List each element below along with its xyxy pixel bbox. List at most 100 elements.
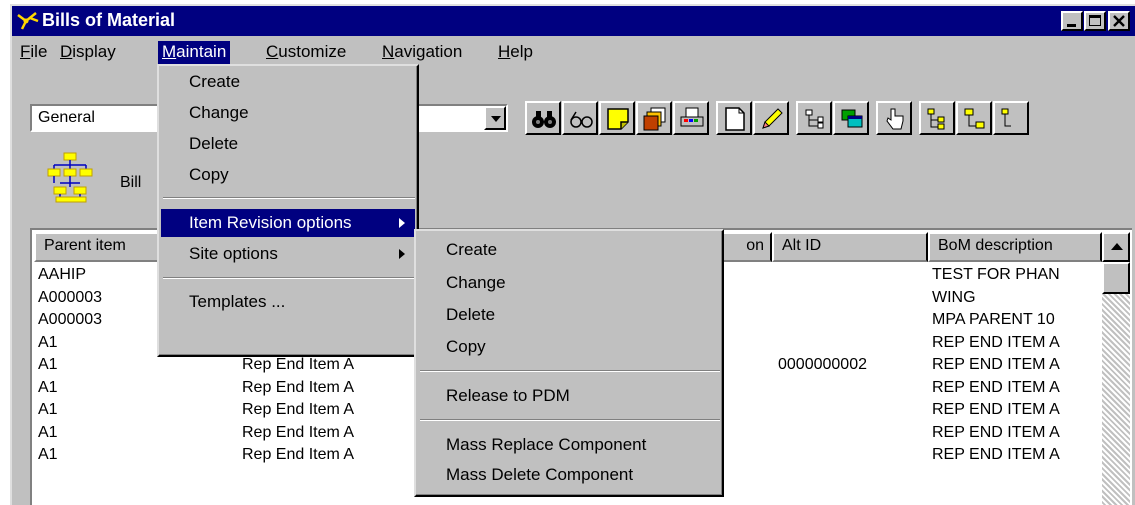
cell-parent-item: A1 [38,356,58,373]
chevron-down-icon[interactable] [484,106,506,130]
scroll-thumb[interactable] [1102,262,1130,294]
collapse-tree-button[interactable] [956,101,992,135]
menu-help-mnemonic: H [498,42,511,61]
window-title: Bills of Material [42,10,176,30]
view-select-value: General [38,109,95,126]
menu-file-label: ile [30,42,48,61]
maintain-item-revision-options[interactable]: Item Revision options [161,209,415,237]
copy-records-button[interactable] [636,101,672,135]
site-options-label: Site options [189,244,278,263]
menu-file[interactable]: File [16,41,51,65]
maintain-templates[interactable]: Templates ... [161,288,415,316]
printer-icon [680,107,704,127]
cell-bom-description: REP END ITEM A [932,333,1060,351]
cell-bom-description: MPA PARENT 10 [932,311,1055,328]
cell-bom-description: REP END ITEM A [932,378,1060,396]
switch-window-button[interactable] [833,101,869,135]
column-header-alt-id[interactable]: Alt ID [772,232,928,262]
stack-icon [643,107,666,131]
maintain-menu: Create Change Delete Copy Item Revision … [157,64,419,357]
maintain-delete[interactable]: Delete [161,130,415,158]
cell-bom-description: REP END ITEM A [932,446,1060,463]
new-document-icon [725,107,745,131]
menu-customize-mnemonic: C [266,42,279,61]
hand-pointer-icon [886,108,904,130]
scroll-up-button[interactable] [1102,232,1130,262]
menu-help-label: elp [510,42,533,61]
menu-customize[interactable]: Customize [262,41,350,65]
cell-bom-description: REP END ITEM A [932,401,1060,418]
maintain-create[interactable]: Create [161,68,415,96]
column-header-bom-description[interactable]: BoM description [928,232,1102,262]
menu-navigation-mnemonic: N [382,42,395,61]
cell-alt-id [778,289,926,311]
menu-file-mnemonic: F [20,42,31,61]
release-to-pdm[interactable]: Release to PDM [418,382,720,410]
revision-create[interactable]: Create [418,236,720,264]
cell-alt-id [778,379,926,401]
mass-delete-component[interactable]: Mass Delete Component [418,461,720,489]
note-button[interactable] [599,101,635,135]
menu-navigation[interactable]: Navigation [378,41,466,65]
close-icon [1113,15,1125,27]
cell-bom-description: WING [932,288,976,306]
item-revision-options-label: Item Revision options [189,213,352,232]
maintain-site-options[interactable]: Site options [161,240,415,268]
cell-bom-description: REP END ITEM A [932,423,1060,441]
tree-more-button[interactable] [993,101,1029,135]
tree-branch-icon [805,109,824,129]
pointer-button[interactable] [876,101,912,135]
revision-change[interactable]: Change [418,269,720,297]
menu-display[interactable]: Display [56,41,120,65]
cell-alt-id [778,311,926,333]
menu-maintain[interactable]: Maintain [158,41,231,65]
tree-more-icon [1001,108,1011,127]
cell-parent-item: A1 [38,401,58,418]
glasses-icon [570,111,593,128]
expand-tree-button[interactable] [919,101,955,135]
maximize-icon [1089,15,1101,26]
menu-navigation-label: avigation [394,42,463,61]
windows-icon [841,109,863,128]
minimize-button[interactable] [1061,11,1083,31]
find-button[interactable] [525,101,561,135]
maximize-button[interactable] [1084,11,1106,31]
revision-copy[interactable]: Copy [418,333,720,361]
vertical-scrollbar[interactable] [1102,232,1130,505]
menu-bar: File Display Maintain Customize Navigati… [12,37,1135,67]
print-button[interactable] [673,101,709,135]
cell-alt-id: 0000000002 [778,356,867,373]
close-button[interactable] [1108,11,1130,31]
bom-label: Bill [120,174,142,191]
cell-parent-item: A1 [38,446,58,463]
menu-separator [163,197,415,199]
cell-alt-id [778,446,926,468]
tree-branch-button[interactable] [796,101,832,135]
maintain-copy[interactable]: Copy [161,161,415,189]
menu-display-mnemonic: D [60,42,73,61]
cell-alt-id [778,401,926,423]
note-icon [607,108,629,130]
cell-parent-item: A1 [38,378,58,396]
menu-separator [420,419,720,421]
cell-alt-id [778,334,926,356]
edit-button[interactable] [753,101,789,135]
title-bar[interactable]: Bills of Material [12,6,1135,36]
binoculars-icon [532,111,556,128]
menu-display-label: isplay [72,42,116,61]
cell-bom-description: REP END ITEM A [932,356,1060,373]
revision-delete[interactable]: Delete [418,301,720,329]
submenu-arrow-icon [399,249,405,259]
maintain-change[interactable]: Change [161,99,415,127]
bom-window: Bills of Material File Display Maintain … [10,4,1135,505]
cell-parent-item: A1 [38,423,58,441]
item-revision-submenu: Create Change Delete Copy Release to PDM… [414,229,724,497]
mass-replace-component[interactable]: Mass Replace Component [418,431,720,459]
menu-help[interactable]: Help [494,41,537,65]
bill-of-material-icon [47,152,93,203]
view-details-button[interactable] [562,101,598,135]
submenu-arrow-icon [399,218,405,228]
tree-collapse-icon [964,108,985,129]
menu-separator [163,277,415,279]
new-document-button[interactable] [716,101,752,135]
